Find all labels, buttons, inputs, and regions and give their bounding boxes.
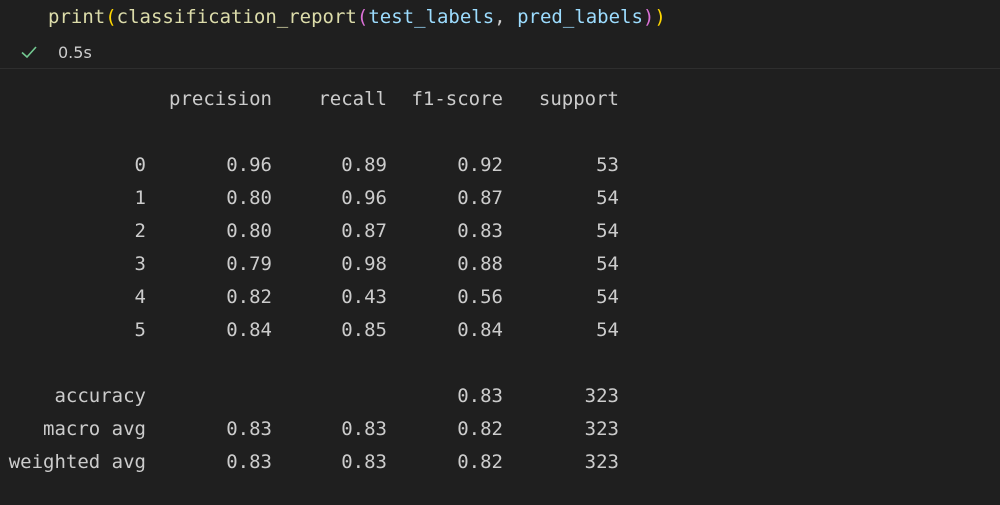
summary-support: 323: [584, 451, 619, 473]
summary-recall: 0.83: [341, 418, 387, 440]
row-f1: 0.88: [457, 253, 503, 275]
header-recall: recall: [318, 88, 387, 110]
row-f1: 0.84: [457, 319, 503, 341]
summary-label: macro avg: [43, 418, 146, 440]
row-label: 0: [134, 154, 146, 176]
row-support: 53: [596, 154, 619, 176]
row-precision: 0.82: [226, 286, 272, 308]
close-paren-inner: ): [642, 6, 655, 28]
row-f1: 0.56: [457, 286, 503, 308]
arg-separator: ,: [494, 6, 518, 28]
summary-precision: 0.83: [226, 418, 272, 440]
row-label: 4: [134, 286, 146, 308]
summary-label: weighted avg: [8, 451, 146, 473]
header-support: support: [538, 88, 619, 110]
row-support: 54: [596, 319, 619, 341]
row-precision: 0.80: [226, 187, 272, 209]
execution-time: 0.5s: [58, 42, 92, 62]
row-recall: 0.98: [341, 253, 387, 275]
row-f1: 0.92: [457, 154, 503, 176]
row-label: 5: [134, 319, 146, 341]
summary-f1: 0.82: [457, 418, 503, 440]
row-support: 54: [596, 253, 619, 275]
check-icon: [20, 43, 38, 61]
close-paren: ): [654, 6, 666, 28]
row-f1: 0.83: [457, 220, 503, 242]
row-label: 1: [134, 187, 146, 209]
row-recall: 0.43: [341, 286, 387, 308]
code-input-area[interactable]: print(classification_report(test_labels,…: [0, 0, 1000, 68]
row-recall: 0.96: [341, 187, 387, 209]
arg-pred-labels: pred_labels: [517, 6, 643, 28]
summary-f1: 0.82: [457, 451, 503, 473]
summary-recall: 0.83: [341, 451, 387, 473]
row-precision: 0.84: [226, 319, 272, 341]
row-label: 3: [134, 253, 146, 275]
row-precision: 0.96: [226, 154, 272, 176]
row-support: 54: [596, 187, 619, 209]
row-precision: 0.79: [226, 253, 272, 275]
print-function: print: [48, 6, 106, 28]
row-precision: 0.80: [226, 220, 272, 242]
row-recall: 0.89: [341, 154, 387, 176]
arg-test-labels: test_labels: [368, 6, 495, 28]
open-paren: (: [105, 6, 117, 28]
header-precision: precision: [169, 88, 272, 110]
code-line[interactable]: print(classification_report(test_labels,…: [48, 5, 666, 29]
summary-f1: 0.83: [457, 385, 503, 407]
open-paren-inner: (: [356, 6, 369, 28]
execution-status: 0.5s: [20, 40, 92, 64]
row-label: 2: [134, 220, 146, 242]
cell-output: precision recall f1-score support 0 0.96…: [0, 69, 1000, 505]
notebook-cell: print(classification_report(test_labels,…: [0, 0, 1000, 505]
row-recall: 0.87: [341, 220, 387, 242]
summary-support: 323: [584, 385, 619, 407]
summary-support: 323: [584, 418, 619, 440]
row-support: 54: [596, 286, 619, 308]
classification-report-function: classification_report: [116, 6, 357, 28]
row-recall: 0.85: [341, 319, 387, 341]
header-f1-score: f1-score: [411, 88, 503, 110]
row-support: 54: [596, 220, 619, 242]
summary-label: accuracy: [54, 385, 146, 407]
row-f1: 0.87: [457, 187, 503, 209]
summary-precision: 0.83: [226, 451, 272, 473]
